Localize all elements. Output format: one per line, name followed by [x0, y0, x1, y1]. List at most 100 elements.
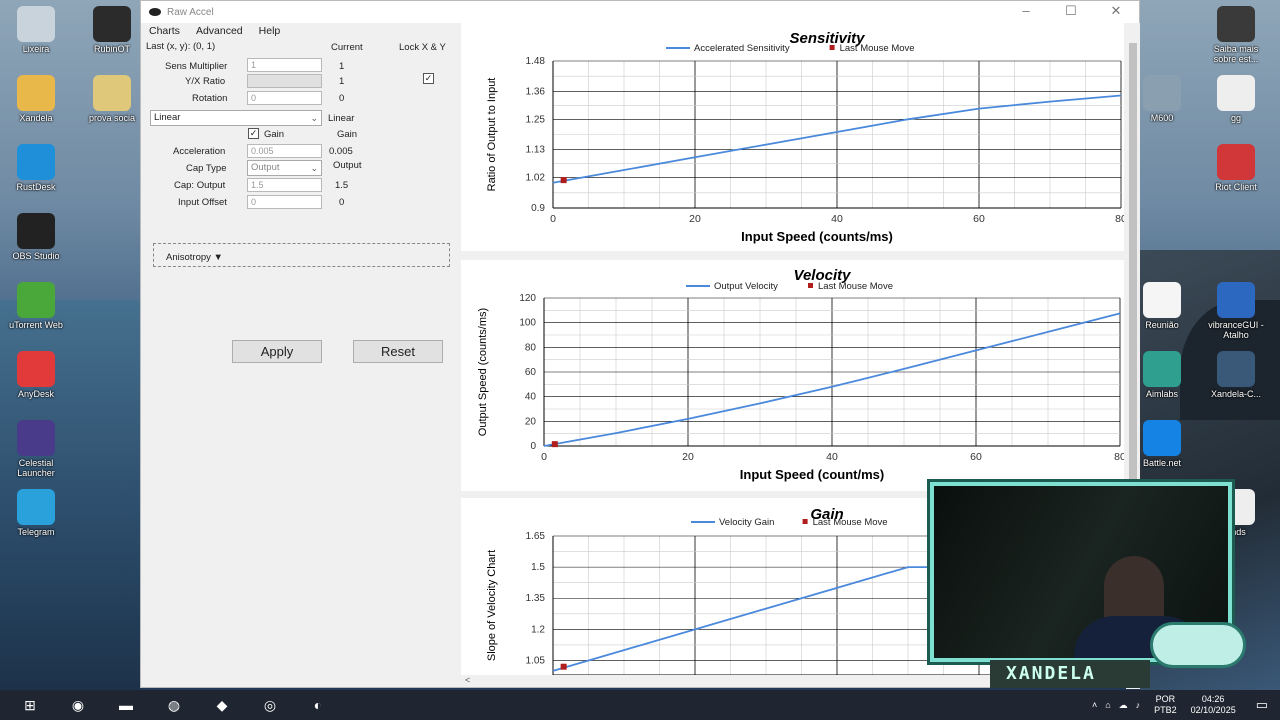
reset-button[interactable]: Reset	[353, 340, 443, 363]
input-offset-input[interactable]: 0	[247, 195, 322, 209]
tray-network-icon[interactable]: ⌂	[1105, 700, 1110, 710]
tray-volume-icon[interactable]: ♪	[1136, 700, 1141, 710]
desktop-icon-l7[interactable]: AnyDesk	[4, 351, 68, 399]
desktop-icon-r0[interactable]: Saiba mais sobre est...	[1204, 6, 1268, 64]
desktop-icon-label: Xandela	[19, 113, 53, 123]
windows-start-icon[interactable]: ⊞	[12, 690, 48, 720]
rustdesk-red-icon[interactable]: ◆	[204, 690, 240, 720]
y-tick-label: 1.65	[526, 531, 546, 542]
clock-time: 04:26	[1201, 694, 1225, 704]
legend-series: Accelerated Sensitivity	[694, 43, 790, 54]
title-bar[interactable]: Raw Accel	[141, 1, 1139, 23]
menu-bar: Charts Advanced Help	[141, 23, 459, 39]
anisotropy-toggle[interactable]: Anisotropy ▼	[153, 243, 450, 267]
last-mouse-move-marker	[560, 177, 567, 184]
input-language[interactable]: POR PTB2	[1154, 694, 1177, 716]
x-tick-label: 40	[831, 213, 843, 225]
acceleration-label: Acceleration	[173, 146, 226, 157]
input-offset-current: 0	[339, 197, 345, 208]
rawaccel-icon[interactable]: ◐	[300, 690, 336, 720]
y-tick-label: 0.9	[531, 203, 545, 214]
close-icon[interactable]: ✕	[1096, 3, 1136, 19]
desktop-icon-l4[interactable]: RustDesk	[4, 144, 68, 192]
desktop-icon-l1[interactable]: RubinOT	[80, 6, 144, 54]
rotation-input[interactable]: 0	[247, 91, 322, 105]
acceleration-input[interactable]: 0.005	[247, 144, 322, 158]
desktop-icon-l6[interactable]: uTorrent Web	[4, 282, 68, 330]
sens-multiplier-label: Sens Multiplier	[165, 61, 228, 72]
clock[interactable]: 04:26 02/10/2025	[1191, 694, 1236, 716]
recycle-bin-icon	[17, 6, 55, 42]
mouse-icon	[1143, 75, 1181, 111]
desktop-icon-l0[interactable]: Lixeira	[4, 6, 68, 54]
window-title: Raw Accel	[167, 6, 214, 18]
cap-type-select[interactable]: Output ⌄	[247, 160, 322, 176]
rawaccel-logo-icon	[149, 8, 161, 16]
desktop-icon-l3[interactable]: prova socia	[80, 75, 144, 123]
y-tick-label: 1.13	[526, 145, 546, 156]
desktop-icon-label: prova socia	[88, 113, 136, 123]
legend-last-move: Last Mouse Move	[840, 43, 915, 54]
y-axis-label: Ratio of Output to Input	[486, 78, 498, 192]
yx-current: 1	[339, 76, 345, 87]
cap-type-current: Output	[333, 160, 362, 171]
lock-xy-header: Lock X & Y	[399, 42, 446, 53]
desktop-icon-r7[interactable]: Xandela-C...	[1204, 351, 1268, 399]
yx-ratio-input[interactable]	[247, 74, 322, 88]
lock-xy-checkbox[interactable]: ✓	[423, 73, 434, 84]
desktop-icon-r5[interactable]: vibranceGUI - Atalho	[1204, 282, 1268, 340]
mode-current: Linear	[328, 113, 355, 124]
x-tick-label: 80	[1114, 451, 1124, 463]
sensitivity-chart: SensitivityAccelerated Sensitivity Last M…	[486, 30, 1127, 244]
pdf-icon	[1143, 282, 1181, 318]
apply-button[interactable]: Apply	[232, 340, 322, 363]
desktop-icon-l8[interactable]: Celestial Launcher	[4, 420, 68, 478]
y-tick-label: 1.02	[526, 173, 546, 184]
desktop-icon-r2[interactable]: gg	[1204, 75, 1268, 123]
legend-marker-swatch	[802, 519, 808, 524]
legend-series: Velocity Gain	[719, 517, 774, 528]
camera-icon	[1217, 6, 1255, 42]
cap-output-input[interactable]: 1.5	[247, 178, 322, 192]
desktop-icon-l2[interactable]: Xandela	[4, 75, 68, 123]
layout-label: PTB2	[1154, 705, 1177, 715]
desktop-icon-label: RustDesk	[16, 182, 56, 192]
desktop-icon-r3[interactable]: Riot Client	[1204, 144, 1268, 192]
desktop-icon-l9[interactable]: Telegram	[4, 489, 68, 537]
sens-current: 1	[339, 61, 345, 72]
rotation-current: 0	[339, 93, 345, 104]
legend-series: Output Velocity	[714, 281, 778, 292]
obs-icon[interactable]: ◎	[252, 690, 288, 720]
aimlabs-icon	[1143, 351, 1181, 387]
menu-charts[interactable]: Charts	[141, 23, 188, 39]
chrome-icon[interactable]: ◍	[156, 690, 192, 720]
desktop-icon-label: gg	[1230, 113, 1241, 123]
tray-chevron-icon[interactable]: ˄	[1092, 700, 1097, 710]
cap-output-label: Cap: Output	[174, 180, 226, 191]
x-tick-label: 20	[682, 451, 694, 463]
accel-mode-value: Linear	[154, 112, 181, 123]
notification-icon[interactable]: ▭	[1256, 697, 1268, 713]
menu-help[interactable]: Help	[251, 23, 289, 39]
file-explorer-icon[interactable]: ▬	[108, 690, 144, 720]
maximize-icon[interactable]: ☐	[1051, 3, 1091, 19]
accel-mode-select[interactable]: Linear ⌄	[150, 110, 322, 126]
desktop-icon-label: Riot Client	[1215, 182, 1257, 192]
x-tick-label: 60	[970, 451, 982, 463]
y-tick-label: 1.2	[531, 624, 545, 635]
cap-type-label: Cap Type	[186, 163, 227, 174]
desktop-icon-label: Xandela-C...	[1210, 389, 1262, 399]
y-tick-label: 80	[525, 342, 537, 353]
desktop-icon-l5[interactable]: OBS Studio	[4, 213, 68, 261]
y-axis-label: Output Speed (counts/ms)	[477, 308, 489, 436]
scroll-left-icon[interactable]: <	[465, 675, 470, 685]
battlenet-icon	[1143, 420, 1181, 456]
tray-cloud-icon[interactable]: ☁	[1119, 700, 1128, 711]
menu-advanced[interactable]: Advanced	[188, 23, 251, 39]
discord-icon[interactable]: ◉	[60, 690, 96, 720]
taskbar-apps: ⊞ ◉ ▬ ◍ ◆ ◎ ◐	[0, 690, 336, 720]
minimize-icon[interactable]: –	[1006, 3, 1046, 18]
sens-multiplier-input[interactable]: 1	[247, 58, 322, 72]
gain-checkbox[interactable]: ✓	[248, 128, 259, 139]
cap-type-value: Output	[251, 162, 280, 173]
